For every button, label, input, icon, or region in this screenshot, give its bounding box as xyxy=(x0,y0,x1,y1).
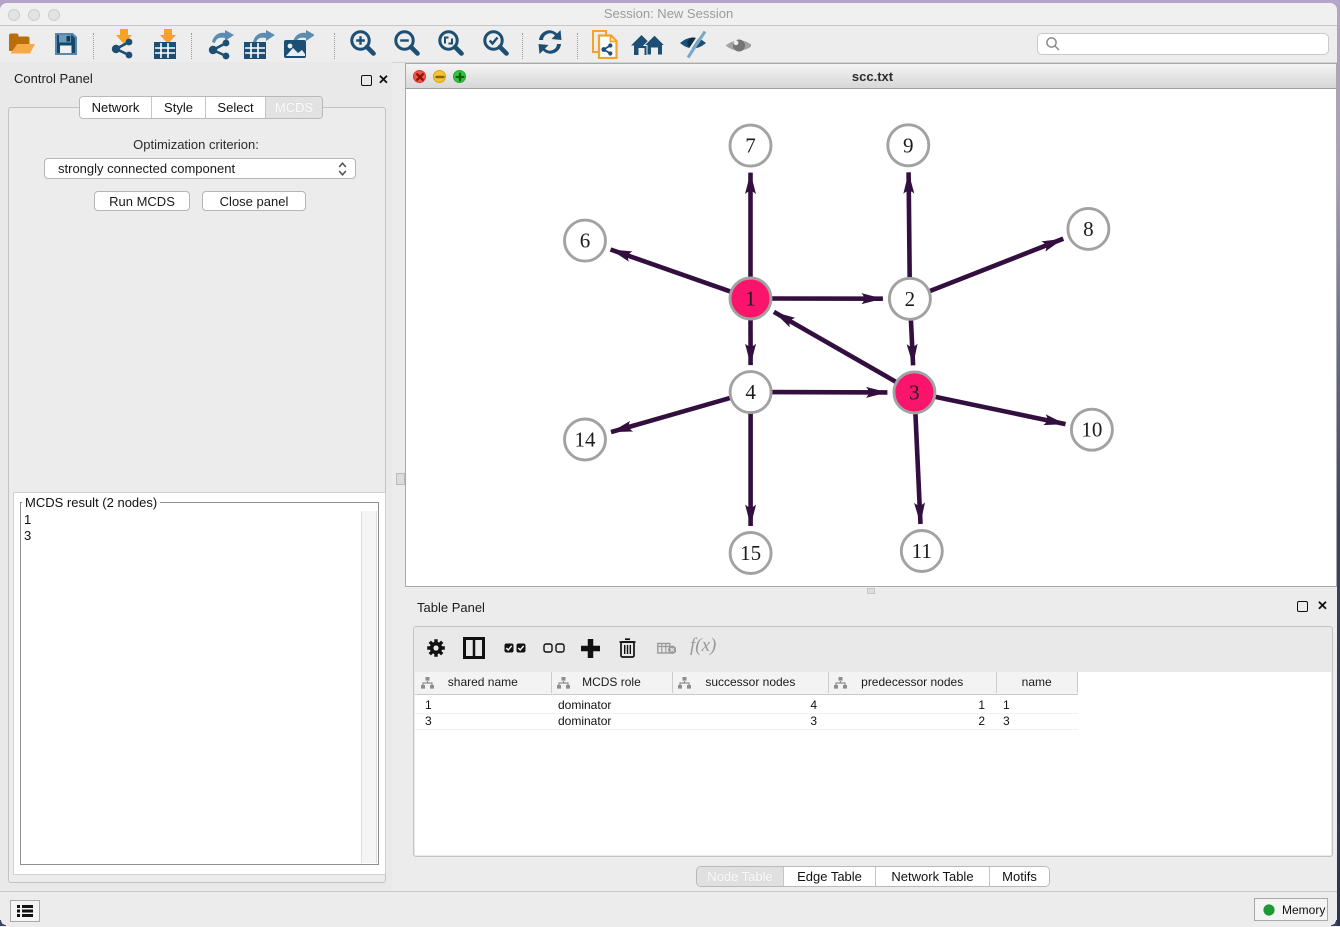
svg-text:6: 6 xyxy=(580,229,591,253)
svg-text:2: 2 xyxy=(905,287,916,311)
svg-text:14: 14 xyxy=(575,428,597,452)
svg-text:3: 3 xyxy=(909,380,920,404)
svg-text:7: 7 xyxy=(745,134,756,158)
svg-text:8: 8 xyxy=(1083,217,1094,241)
svg-text:4: 4 xyxy=(745,380,756,404)
svg-text:1: 1 xyxy=(745,287,756,311)
svg-text:15: 15 xyxy=(740,541,761,565)
svg-text:10: 10 xyxy=(1081,418,1102,442)
svg-text:11: 11 xyxy=(912,539,932,563)
svg-text:9: 9 xyxy=(903,133,914,157)
